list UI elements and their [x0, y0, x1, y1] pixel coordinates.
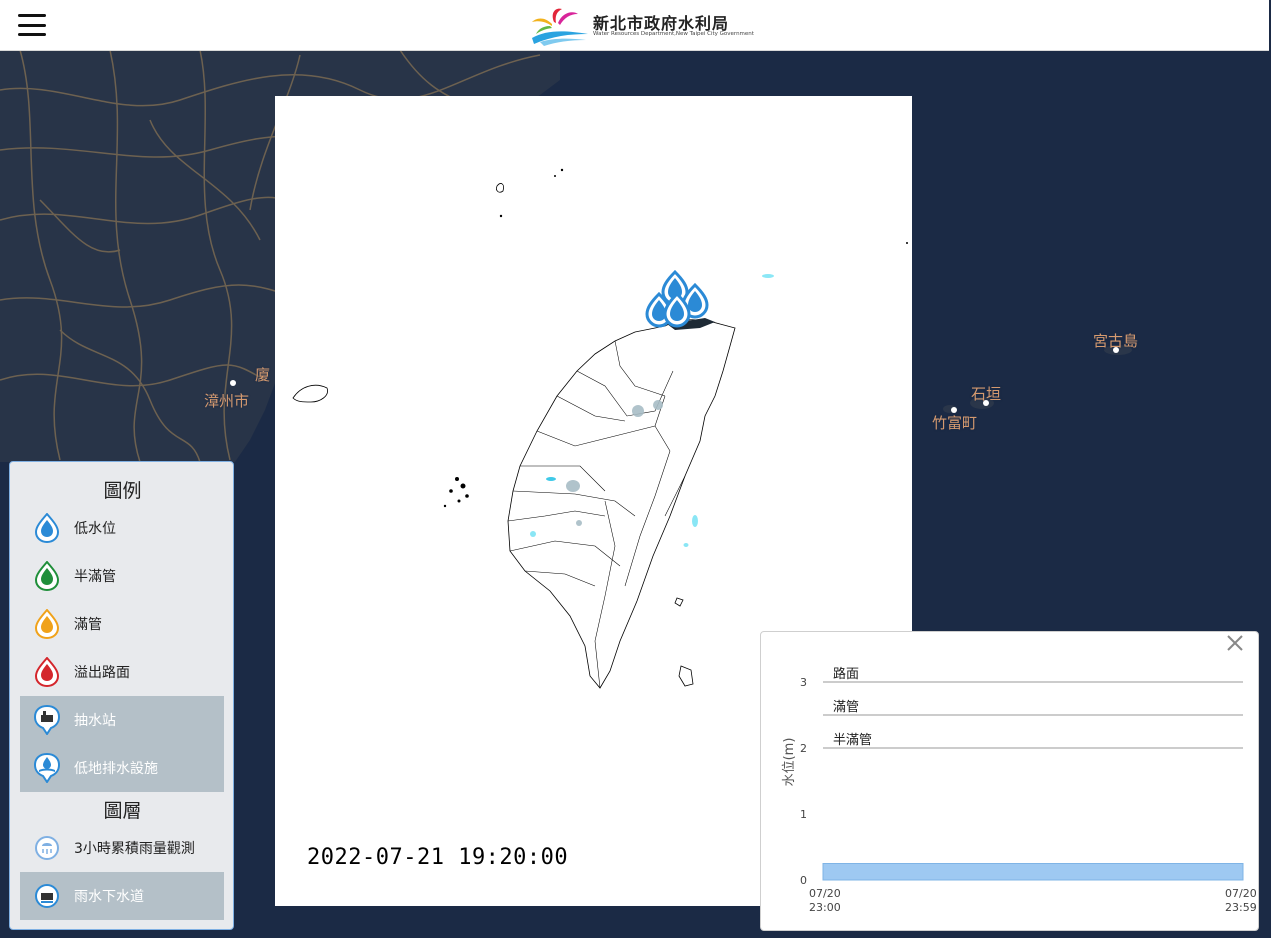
- lowland-drain-icon: [34, 753, 60, 783]
- legend-panel: 圖例 低水位 半滿管 滿管 溢出路面 抽水站 低地排水設施 圖層 3小時累積雨量…: [9, 461, 234, 930]
- brand-logo[interactable]: 新北市政府水利局 Water Resources Department,New …: [530, 4, 754, 46]
- place-dot-ishigaki: [983, 400, 989, 406]
- place-label-taketomi: 竹富町: [932, 414, 978, 432]
- reference-line-label: 半滿管: [833, 732, 872, 748]
- reference-line-label: 路面: [833, 666, 859, 682]
- logo-icon: [532, 8, 588, 46]
- x-tick-date: 07/20: [809, 887, 841, 900]
- x-tick-date: 07/20: [1225, 887, 1257, 900]
- y-tick-label: 3: [800, 676, 807, 689]
- drop-blue-icon: [34, 513, 60, 543]
- rain-gauge-icon: [35, 836, 59, 860]
- water-level-chart-popup: 水位(m) 0 1 2 3 路面 滿管 半滿管 07/20 23:00 07/20 23:59: [760, 631, 1259, 931]
- layer-item-sewer[interactable]: 雨水下水道: [20, 872, 224, 920]
- header-bar: 新北市政府水利局 Water Resources Department,New …: [0, 0, 1269, 51]
- legend-label: 溢出路面: [74, 665, 130, 681]
- place-label-zhangzhou: 漳州市: [204, 392, 250, 410]
- y-tick-label: 2: [800, 742, 807, 755]
- drop-red-icon: [34, 657, 60, 687]
- y-tick-label: 1: [800, 808, 807, 821]
- layers-title: 圖層: [103, 800, 142, 822]
- drop-orange-icon: [34, 609, 60, 639]
- legend-title: 圖例: [103, 480, 142, 502]
- legend-item-low-level[interactable]: 低水位: [20, 504, 224, 552]
- legend-label: 低水位: [74, 521, 116, 537]
- layer-label: 雨水下水道: [74, 889, 144, 905]
- drop-green-icon: [34, 561, 60, 591]
- place-dot-miyakojima: [1113, 347, 1119, 353]
- legend-label: 低地排水設施: [74, 761, 158, 777]
- legend-label: 抽水站: [74, 713, 116, 729]
- layer-label: 3小時累積雨量觀測: [74, 841, 195, 857]
- menu-icon[interactable]: [18, 14, 46, 36]
- pump-station-icon: [34, 705, 60, 735]
- legend-item-overflow[interactable]: 溢出路面: [20, 648, 224, 696]
- legend-label: 滿管: [74, 617, 102, 633]
- x-tick-time: 23:00: [809, 901, 841, 914]
- y-axis-label: 水位(m): [782, 738, 797, 787]
- legend-label: 半滿管: [74, 569, 116, 585]
- legend-item-full[interactable]: 滿管: [20, 600, 224, 648]
- place-dot-zhangzhou: [230, 380, 236, 386]
- x-tick-time: 23:59: [1225, 901, 1257, 914]
- radar-timestamp: 2022-07-21 19:20:00: [307, 845, 569, 870]
- reference-line-label: 滿管: [833, 699, 859, 715]
- legend-item-lowland-drain[interactable]: 低地排水設施: [20, 744, 224, 792]
- series-area: [822, 863, 1244, 881]
- legend-item-pump-station[interactable]: 抽水站: [20, 696, 224, 744]
- layer-item-rainfall[interactable]: 3小時累積雨量觀測: [20, 824, 224, 872]
- legend-item-half-full[interactable]: 半滿管: [20, 552, 224, 600]
- water-level-chart[interactable]: 水位(m) 0123路面滿管半滿管07/2023:0007/2023:59: [761, 632, 1260, 932]
- place-label-xia: 廈: [255, 366, 271, 384]
- place-dot-taketomi: [951, 407, 957, 413]
- sewer-icon: [35, 884, 59, 908]
- water-level-marker-cluster[interactable]: [645, 269, 709, 328]
- y-tick-label: 0: [800, 874, 807, 887]
- brand-subtitle: Water Resources Department,New Taipei Ci…: [593, 31, 754, 37]
